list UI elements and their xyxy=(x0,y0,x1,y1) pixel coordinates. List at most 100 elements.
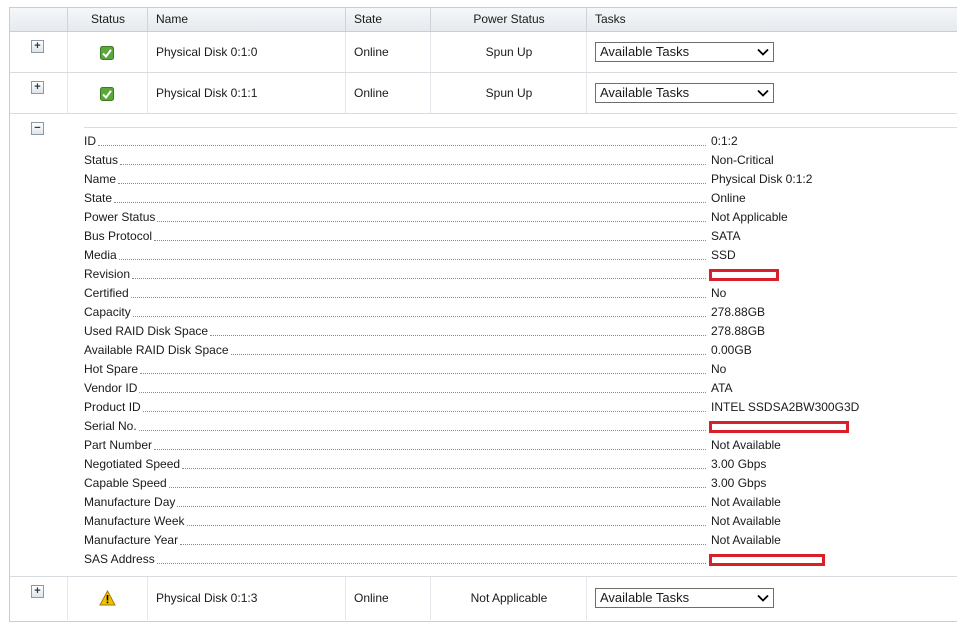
tasks-cell: Available Tasks xyxy=(586,577,957,620)
property-label: Manufacture Week xyxy=(84,514,185,528)
detail-divider xyxy=(84,127,957,128)
disk-name: Physical Disk 0:1:3 xyxy=(156,591,258,605)
dotted-leader xyxy=(187,525,706,526)
property-row: Vendor ID ATA xyxy=(84,379,957,398)
property-label: Vendor ID xyxy=(84,381,138,395)
dotted-leader xyxy=(133,316,706,317)
dotted-leader xyxy=(139,392,706,393)
property-row: Capacity 278.88GB xyxy=(84,303,957,322)
property-value: 3.00 Gbps xyxy=(711,476,767,490)
property-row: State Online xyxy=(84,189,957,208)
property-row: Manufacture Day Not Available xyxy=(84,493,957,512)
property-value: Non-Critical xyxy=(711,153,774,167)
property-value: 278.88GB xyxy=(711,324,766,338)
expand-cell: + xyxy=(10,73,67,113)
name-cell: Physical Disk 0:1:3 xyxy=(147,577,346,620)
dotted-leader xyxy=(231,354,706,355)
tasks-select[interactable]: Available Tasks xyxy=(595,83,774,103)
property-value: Not Applicable xyxy=(711,210,788,224)
dotted-leader xyxy=(132,278,706,279)
dotted-leader xyxy=(180,544,706,545)
property-row: Part Number Not Available xyxy=(84,436,957,455)
disk-power-status: Spun Up xyxy=(485,45,533,59)
property-row: Manufacture Week Not Available xyxy=(84,512,957,531)
property-value: 0:1:2 xyxy=(711,134,738,148)
dotted-leader xyxy=(169,487,706,488)
property-value: 0.00GB xyxy=(711,343,752,357)
power-status-cell: Spun Up xyxy=(430,32,587,72)
tasks-select[interactable]: Available Tasks xyxy=(595,42,774,62)
header-power-status[interactable]: Power Status xyxy=(430,8,587,31)
property-value: Not Available xyxy=(711,533,781,547)
state-cell: Online xyxy=(345,32,431,72)
property-value: 278.88GB xyxy=(711,305,766,319)
dotted-leader xyxy=(140,373,706,374)
table-row: + Physical Disk 0:1:3 Online Not Applica… xyxy=(10,577,957,620)
state-cell: Online xyxy=(345,73,431,113)
dotted-leader xyxy=(98,145,706,146)
property-value: No xyxy=(711,362,727,376)
expand-cell: + xyxy=(10,577,67,620)
property-row: Media SSD xyxy=(84,246,957,265)
property-row: Available RAID Disk Space 0.00GB xyxy=(84,341,957,360)
power-status-cell: Not Applicable xyxy=(430,577,587,620)
power-status-cell: Spun Up xyxy=(430,73,587,113)
header-state-label: State xyxy=(354,12,383,26)
header-status[interactable]: Status xyxy=(67,8,148,31)
dotted-leader xyxy=(177,506,706,507)
header-tasks-label: Tasks xyxy=(595,12,626,26)
warning-icon xyxy=(99,590,116,606)
header-status-label: Status xyxy=(90,12,126,26)
property-row: Certified No xyxy=(84,284,957,303)
tasks-select-value: Available Tasks xyxy=(600,590,690,605)
property-label: Status xyxy=(84,153,119,167)
property-value: INTEL SSDSA2BW300G3D xyxy=(711,400,860,414)
disk-power-status: Spun Up xyxy=(485,86,533,100)
property-value: No xyxy=(711,286,727,300)
dotted-leader xyxy=(118,183,706,184)
header-name-label: Name xyxy=(156,12,189,26)
property-value: Not Available xyxy=(711,514,781,528)
property-label: SAS Address xyxy=(84,552,155,566)
property-row: Name Physical Disk 0:1:2 xyxy=(84,170,957,189)
header-state[interactable]: State xyxy=(345,8,431,31)
redaction-box xyxy=(709,269,779,281)
property-label: Name xyxy=(84,172,117,186)
status-cell xyxy=(67,73,148,113)
expand-button[interactable]: + xyxy=(31,40,44,53)
property-label: Manufacture Day xyxy=(84,495,176,509)
dotted-leader xyxy=(119,259,706,260)
property-label: Certified xyxy=(84,286,129,300)
collapse-button[interactable]: − xyxy=(31,122,44,135)
expand-button[interactable]: + xyxy=(31,81,44,94)
property-label: Product ID xyxy=(84,400,141,414)
tasks-cell: Available Tasks xyxy=(586,73,957,113)
tasks-cell: Available Tasks xyxy=(586,32,957,72)
dotted-leader xyxy=(120,164,706,165)
property-row: Bus Protocol SATA xyxy=(84,227,957,246)
header-tasks[interactable]: Tasks xyxy=(586,8,957,31)
property-row: Product ID INTEL SSDSA2BW300G3D xyxy=(84,398,957,417)
dotted-leader xyxy=(210,335,706,336)
property-label: Manufacture Year xyxy=(84,533,179,547)
header-name[interactable]: Name xyxy=(147,8,346,31)
expand-button[interactable]: + xyxy=(31,585,44,598)
tasks-select-value: Available Tasks xyxy=(600,85,690,100)
property-label: Negotiated Speed xyxy=(84,457,181,471)
dotted-leader xyxy=(157,221,706,222)
property-row: Negotiated Speed 3.00 Gbps xyxy=(84,455,957,474)
property-row: Power Status Not Applicable xyxy=(84,208,957,227)
expand-cell: − xyxy=(10,114,67,576)
property-label: Capacity xyxy=(84,305,131,319)
property-label: Hot Spare xyxy=(84,362,139,376)
property-row: Serial No. xyxy=(84,417,957,436)
property-value: 3.00 Gbps xyxy=(711,457,767,471)
chevron-down-icon xyxy=(757,594,769,602)
tasks-select[interactable]: Available Tasks xyxy=(595,588,774,608)
disk-state: Online xyxy=(354,86,389,100)
table-header: Status Name State Power Status Tasks xyxy=(10,8,957,32)
redaction-box xyxy=(709,554,825,566)
dotted-leader xyxy=(154,449,706,450)
chevron-down-icon xyxy=(757,89,769,97)
property-label: Bus Protocol xyxy=(84,229,153,243)
